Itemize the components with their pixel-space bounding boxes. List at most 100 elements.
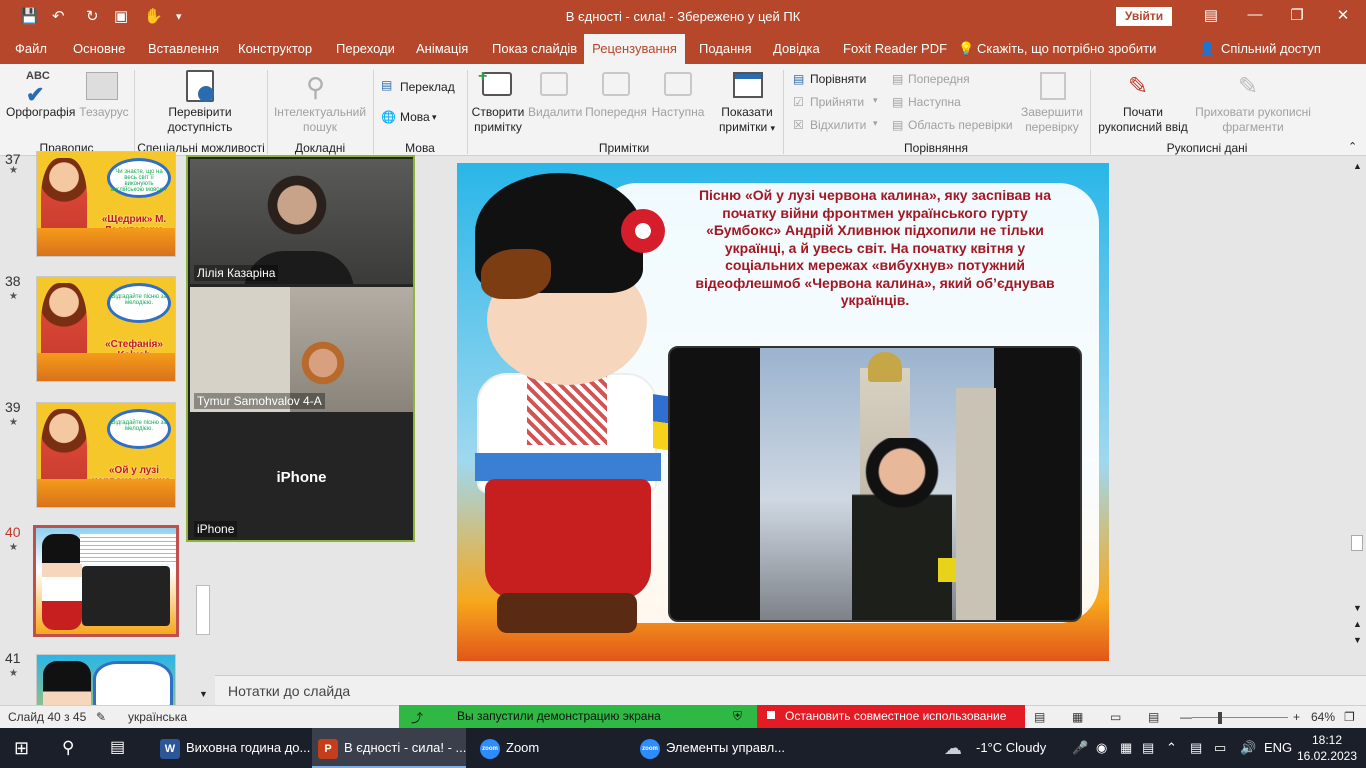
maximize-button[interactable]: ❐: [1282, 6, 1312, 24]
slideshow-view-icon[interactable]: ▤: [1148, 710, 1159, 724]
zoom-level[interactable]: 64%: [1311, 710, 1335, 724]
smart-lookup-button[interactable]: Інтелектуальний пошук: [270, 105, 370, 135]
taskbar-item-word[interactable]: W Виховна година до...: [156, 728, 310, 768]
next-change-button[interactable]: Наступна: [908, 95, 961, 109]
thesaurus-button[interactable]: Тезаурус: [78, 105, 130, 120]
scroll-down-icon[interactable]: ▼: [1353, 603, 1362, 613]
reject-dropdown-icon[interactable]: ▾: [873, 118, 878, 129]
end-review-button[interactable]: Завершити перевірку: [1018, 105, 1086, 135]
collapse-ribbon-icon[interactable]: ⌃: [1348, 140, 1357, 153]
spelling-button[interactable]: Орфографія: [6, 105, 75, 120]
language-status[interactable]: українська: [128, 710, 187, 724]
slide-number: 40: [5, 524, 21, 540]
accept-dropdown-icon[interactable]: ▾: [873, 95, 878, 106]
slide-thumbnail-39[interactable]: Відгадайте пісню за мелодією. «Ой у лузі…: [36, 402, 176, 508]
editor-scroll-thumb[interactable]: [1351, 535, 1363, 551]
compare-button[interactable]: Порівняти: [810, 72, 866, 86]
group-ink-label: Рукописні дані: [1166, 141, 1248, 155]
accept-button[interactable]: Прийняти: [810, 95, 864, 109]
hide-ink-button[interactable]: Приховати рукописні фрагменти: [1190, 105, 1316, 135]
display-icon[interactable]: ▭: [1214, 728, 1226, 768]
end-review-line2: перевірку: [1025, 120, 1079, 134]
microphone-icon[interactable]: 🎤: [1072, 728, 1088, 768]
weather-text[interactable]: -1°C Cloudy: [976, 728, 1046, 768]
windows-start-icon[interactable]: ⊞: [14, 728, 29, 768]
zoom-slider-thumb[interactable]: [1218, 712, 1222, 724]
zoom-in-icon[interactable]: +: [1293, 710, 1300, 724]
slide-video[interactable]: [668, 346, 1082, 622]
scroll-down-icon[interactable]: ▼: [199, 689, 208, 699]
stop-share-button[interactable]: Остановить совместное использование: [757, 705, 1025, 728]
language-button[interactable]: Мова: [400, 110, 430, 124]
tab-transitions[interactable]: Переходи: [336, 34, 395, 64]
editor-scrollbar[interactable]: ▲ ▼ ▲ ▼: [1349, 157, 1366, 675]
participant-tile[interactable]: iPhone iPhone: [190, 415, 413, 540]
show-comments-button[interactable]: Показати примітки ▾: [714, 105, 780, 136]
tray-app-icon[interactable]: ▦: [1120, 728, 1132, 768]
tab-slideshow[interactable]: Показ слайдів: [492, 34, 577, 64]
share-button[interactable]: Спільний доступ: [1221, 34, 1321, 64]
network-icon[interactable]: ▤: [1190, 728, 1202, 768]
reviewing-pane-button[interactable]: Область перевірки: [908, 118, 1013, 132]
next-slide-icon[interactable]: ▼: [1353, 635, 1362, 645]
volume-icon[interactable]: 🔊: [1240, 728, 1256, 768]
taskbar-item-zoom[interactable]: zoom Zoom: [476, 728, 626, 768]
fit-slide-icon[interactable]: ❐: [1344, 710, 1355, 724]
slide-canvas[interactable]: Пісню «Ой у лузі червона калина», яку за…: [457, 163, 1109, 661]
notes-pane[interactable]: Нотатки до слайда: [215, 675, 1366, 705]
check-accessibility-button[interactable]: Перевірити доступність: [150, 105, 250, 135]
show-hidden-icons[interactable]: ⌃: [1166, 728, 1177, 768]
reject-button[interactable]: Відхилити: [810, 118, 866, 132]
taskbar-item-zoom-controls[interactable]: zoom Элементы управл...: [636, 728, 796, 768]
normal-view-icon[interactable]: ▤: [1034, 710, 1045, 724]
tell-me-search[interactable]: Скажіть, що потрібно зробити: [977, 34, 1156, 64]
start-inking-button[interactable]: Почати рукописний ввід: [1094, 105, 1192, 135]
previous-slide-icon[interactable]: ▲: [1353, 619, 1362, 629]
input-language[interactable]: ENG: [1264, 728, 1292, 768]
spelling-icon: ABC ✔: [26, 70, 50, 107]
previous-comment-button[interactable]: Попередня: [585, 105, 647, 120]
accessibility-status-icon[interactable]: ✎: [96, 710, 106, 724]
tab-design[interactable]: Конструктор: [238, 34, 312, 64]
zoom-slider-track[interactable]: [1192, 717, 1288, 718]
scroll-up-icon[interactable]: ▲: [1353, 161, 1362, 171]
notes-placeholder: Нотатки до слайда: [228, 683, 351, 699]
screen-share-banner[interactable]: ⤴ Вы запустили демонстрацию экрана ⛨: [399, 705, 757, 728]
star-icon: ★: [9, 542, 18, 553]
zoom-out-icon[interactable]: —: [1180, 710, 1192, 724]
language-dropdown-icon[interactable]: ▾: [432, 112, 437, 123]
next-comment-button[interactable]: Наступна: [650, 105, 706, 120]
tab-animations[interactable]: Анімація: [416, 34, 468, 64]
slide-sorter-icon[interactable]: ▦: [1072, 710, 1083, 724]
close-button[interactable]: ✕: [1328, 6, 1358, 24]
search-icon[interactable]: ⚲: [62, 728, 74, 768]
clock[interactable]: 18:12 16.02.2023: [1296, 732, 1358, 764]
previous-change-button[interactable]: Попередня: [908, 72, 970, 86]
tab-file[interactable]: Файл: [15, 34, 47, 64]
participant-tile[interactable]: Tymur Samohvalov 4-A: [190, 287, 413, 412]
tray-app-icon-2[interactable]: ▤: [1142, 728, 1154, 768]
taskbar-item-powerpoint[interactable]: P В єдності - сила! - ...: [312, 728, 466, 768]
zoom-tray-icon[interactable]: ◉: [1096, 728, 1107, 768]
slide-thumbnail-40[interactable]: [33, 525, 179, 637]
translate-button[interactable]: Переклад: [400, 80, 455, 94]
minimize-button[interactable]: —: [1240, 6, 1270, 23]
slide-thumbnail-38[interactable]: Відгадайте пісню за мелодією. «Стефанія»…: [36, 276, 176, 382]
tab-home[interactable]: Основне: [73, 34, 125, 64]
tab-help[interactable]: Довідка: [773, 34, 820, 64]
task-view-icon[interactable]: ▤: [110, 728, 125, 768]
ribbon-options-icon[interactable]: ▤: [1196, 6, 1226, 24]
slide-text[interactable]: Пісню «Ой у лузі червона калина», яку за…: [685, 187, 1065, 310]
zoom-participants-panel[interactable]: Лілія Казаріна Tymur Samohvalov 4-A iPho…: [186, 155, 415, 542]
tab-review[interactable]: Рецензування: [584, 34, 685, 64]
reading-view-icon[interactable]: ▭: [1110, 710, 1121, 724]
sign-in-button[interactable]: Увійти: [1116, 7, 1172, 26]
tab-view[interactable]: Подання: [699, 34, 752, 64]
new-comment-button[interactable]: Створити примітку: [468, 105, 528, 135]
participant-tile[interactable]: Лілія Казаріна: [190, 159, 413, 284]
thumbnails-scroll-thumb[interactable]: [196, 585, 210, 635]
tab-insert[interactable]: Вставлення: [148, 34, 219, 64]
slide-thumbnail-37[interactable]: Чи знаєте, що на весь світ її виконують …: [36, 151, 176, 257]
delete-comment-button[interactable]: Видалити: [528, 105, 582, 120]
tab-foxit[interactable]: Foxit Reader PDF: [843, 34, 947, 64]
